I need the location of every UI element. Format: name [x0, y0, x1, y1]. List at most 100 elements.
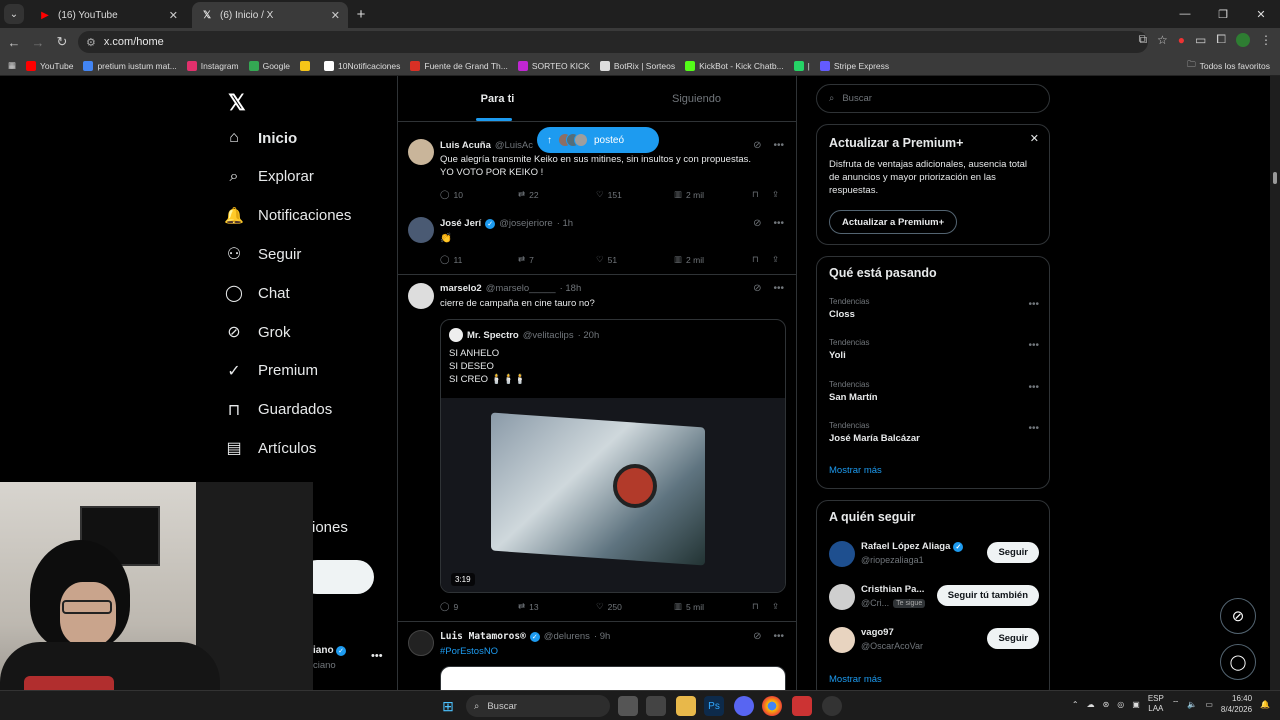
- bookmark-item[interactable]: BotRix | Sorteos: [599, 60, 675, 71]
- follow-suggestion[interactable]: Cristhian Pa... @Cri... Te sigue Seguir tú …: [829, 581, 1039, 613]
- tweet[interactable]: Luis Matamoros® ✓ @delurens · 9h ⊘ ••• #P…: [398, 622, 796, 690]
- tweet[interactable]: José Jerí ✓ @josejeriore · 1h ⊘ ••• 👏 ◯ 11…: [398, 207, 796, 275]
- close-icon[interactable]: ✕: [331, 9, 340, 22]
- file-explorer-icon[interactable]: [676, 696, 696, 716]
- views-button[interactable]: ▥ 5 mil: [674, 601, 752, 612]
- account-switcher[interactable]: iano ✓ ciano •••: [313, 642, 383, 676]
- author-handle[interactable]: @josejeriore: [499, 218, 552, 229]
- author-handle[interactable]: @LuisAc: [495, 140, 533, 151]
- nav-more-partial[interactable]: iones: [312, 519, 348, 536]
- follow-suggestion[interactable]: Rafael López Aliaga ✓ @riopezaliaga1 Seguir: [829, 538, 1039, 570]
- avatar[interactable]: [408, 217, 434, 243]
- bookmark-icon[interactable]: ⊓: [752, 601, 772, 612]
- reply-button[interactable]: ◯ 9: [440, 601, 518, 612]
- forward-icon[interactable]: →: [26, 35, 50, 50]
- grok-icon[interactable]: ⊘: [753, 140, 761, 151]
- author-name[interactable]: José Jerí: [440, 218, 481, 229]
- more-icon[interactable]: •••: [773, 218, 784, 229]
- share-icon[interactable]: ⇪: [772, 254, 779, 265]
- x-logo-icon[interactable]: 𝕏: [228, 90, 246, 116]
- volume-icon[interactable]: 🔈: [1187, 700, 1197, 709]
- bookmark-icon[interactable]: ⊓: [752, 189, 772, 200]
- more-icon[interactable]: •••: [1028, 423, 1039, 434]
- repost-button[interactable]: ⇄ 22: [518, 189, 596, 200]
- new-tab-button[interactable]: +: [350, 6, 372, 23]
- share-icon[interactable]: ⇪: [772, 601, 779, 612]
- more-icon[interactable]: •••: [773, 631, 784, 642]
- tweet-time[interactable]: · 1h: [557, 218, 573, 229]
- more-icon[interactable]: •••: [371, 650, 383, 662]
- trend-item[interactable]: Tendencias San Martín •••: [829, 380, 1039, 403]
- avatar[interactable]: [829, 584, 855, 610]
- bookmark-icon[interactable]: ⊓: [752, 254, 772, 265]
- site-info-icon[interactable]: ⚙: [86, 36, 96, 49]
- bookmark-item[interactable]: [300, 60, 314, 71]
- bookmark-item[interactable]: KickBot - Kick Chatb...: [685, 60, 784, 71]
- menu-icon[interactable]: ⋮: [1260, 33, 1272, 47]
- share-icon[interactable]: ⇪: [772, 189, 779, 200]
- grok-icon[interactable]: ⊘: [753, 218, 761, 229]
- reply-button[interactable]: ◯ 11: [440, 254, 518, 265]
- trend-item[interactable]: Tendencias Yoli •••: [829, 338, 1039, 361]
- more-icon[interactable]: •••: [1028, 382, 1039, 393]
- install-icon[interactable]: ⧉: [1138, 32, 1147, 47]
- avatar[interactable]: [408, 630, 434, 656]
- repost-button[interactable]: ⇄ 7: [518, 254, 596, 265]
- tab-para-ti[interactable]: Para ti: [398, 76, 597, 121]
- language-indicator[interactable]: ESP LAA: [1148, 694, 1164, 714]
- avatar[interactable]: [829, 627, 855, 653]
- bookmark-item[interactable]: Instagram: [186, 60, 239, 71]
- app-icon[interactable]: [822, 696, 842, 716]
- chrome-icon[interactable]: [762, 696, 782, 716]
- scrollbar[interactable]: [1270, 76, 1280, 690]
- author-name[interactable]: marselo2: [440, 283, 482, 294]
- tweet-media[interactable]: [440, 666, 786, 690]
- battery-icon[interactable]: ▭: [1205, 700, 1213, 709]
- tab-search-button[interactable]: ⌄: [4, 4, 24, 24]
- views-button[interactable]: ▥ 2 mil: [674, 254, 752, 265]
- reply-button[interactable]: ◯ 10: [440, 189, 518, 200]
- sidebar-item-premium[interactable]: ✓ Premium: [224, 361, 318, 381]
- search-input[interactable]: ⌕ Buscar: [816, 84, 1050, 113]
- more-icon[interactable]: •••: [773, 283, 784, 294]
- more-icon[interactable]: •••: [1028, 340, 1039, 351]
- minimize-icon[interactable]: —: [1166, 0, 1204, 28]
- url-bar[interactable]: ⚙ x.com/home: [78, 31, 1148, 53]
- trend-item[interactable]: Tendencias José María Balcázar •••: [829, 421, 1039, 444]
- apps-icon[interactable]: ▦: [8, 60, 16, 71]
- tab-siguiendo[interactable]: Siguiendo: [597, 76, 796, 121]
- bookmark-item[interactable]: SORTEO KICK: [517, 60, 590, 71]
- show-more-link[interactable]: Mostrar más: [829, 465, 882, 476]
- extension-icon[interactable]: ▭: [1195, 33, 1206, 47]
- sidebar-item-grok[interactable]: ⊘ Grok: [224, 322, 290, 342]
- all-bookmarks[interactable]: 🗀 Todos los favoritos: [1187, 59, 1270, 73]
- hashtag-link[interactable]: #PorEstosNO: [440, 645, 786, 658]
- tray-icon[interactable]: ☁: [1087, 700, 1095, 709]
- trend-item[interactable]: Tendencias Closs •••: [829, 297, 1039, 320]
- like-button[interactable]: ♡ 51: [596, 254, 674, 265]
- follow-suggestion[interactable]: vago97 @OscarAcoVar Seguir: [829, 624, 1039, 656]
- reload-icon[interactable]: ↻: [50, 34, 74, 50]
- bookmark-item[interactable]: Fuente de Grand Th...: [410, 60, 508, 71]
- show-more-link[interactable]: Mostrar más: [829, 674, 882, 685]
- bookmark-item[interactable]: YouTube: [26, 60, 73, 71]
- notification-icon[interactable]: 🔔: [1260, 700, 1270, 709]
- more-icon[interactable]: •••: [1028, 299, 1039, 310]
- scrollbar-thumb[interactable]: [1273, 172, 1277, 184]
- follow-button[interactable]: Seguir tú también: [936, 585, 1039, 606]
- task-view-icon[interactable]: [618, 696, 638, 716]
- tweet-time[interactable]: · 18h: [560, 283, 582, 294]
- premium-button[interactable]: Actualizar a Premium+: [829, 210, 958, 234]
- more-icon[interactable]: •••: [773, 140, 784, 151]
- taskbar-search[interactable]: ⌕ Buscar: [466, 695, 610, 717]
- grok-icon[interactable]: ⊘: [753, 283, 761, 294]
- windows-start-icon[interactable]: ⊞: [438, 696, 458, 716]
- close-window-icon[interactable]: ✕: [1242, 0, 1280, 28]
- tab-x-home[interactable]: 𝕏 (6) Inicio / X ✕: [192, 2, 348, 28]
- bookmark-item[interactable]: Google: [248, 60, 290, 71]
- avatar[interactable]: [408, 283, 434, 309]
- bookmark-item[interactable]: Stripe Express: [819, 60, 889, 71]
- bookmark-item[interactable]: 10Notificaciones: [324, 60, 400, 71]
- bookmark-item[interactable]: pretium iustum mat...: [83, 60, 177, 71]
- wifi-icon[interactable]: ⌔: [1172, 699, 1180, 709]
